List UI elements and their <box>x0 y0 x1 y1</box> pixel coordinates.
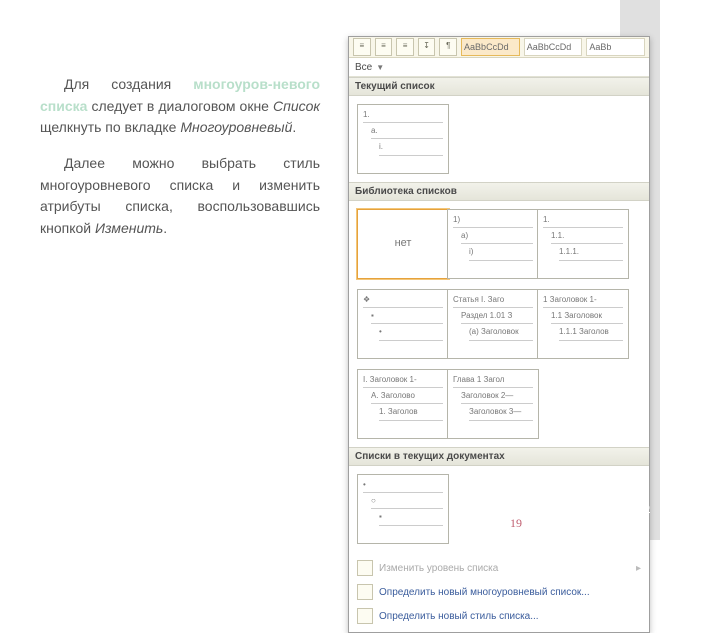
text-run: следует в диалоговом окне <box>87 98 273 114</box>
sort-icon[interactable]: ↧ <box>418 38 436 56</box>
para-align-icon[interactable]: ≡ <box>353 38 371 56</box>
page-number: 19 <box>510 516 522 531</box>
list-thumb-doc[interactable]: • ○ ▪ <box>357 474 449 544</box>
list-thumb-none[interactable]: нет <box>357 209 449 279</box>
chevron-down-icon: ▼ <box>376 63 384 72</box>
list-thumb[interactable]: ❖ ▪ • <box>357 289 449 359</box>
opt-change-level: Изменить уровень списка ▸ <box>349 556 649 580</box>
filter-label: Все <box>355 62 372 73</box>
opt-label: Определить новый многоуровневый список..… <box>379 587 590 598</box>
opt-define-new-multilevel[interactable]: Определить новый многоуровневый список..… <box>349 580 649 604</box>
text-run: Далее можно выбрать стиль многоуровневог… <box>40 155 320 236</box>
para-marks-icon[interactable]: ¶ <box>439 38 457 56</box>
opt-define-new-style[interactable]: Определить новый стиль списка... <box>349 604 649 628</box>
em-term: Многоуровневый <box>180 119 292 135</box>
list-numbers-icon[interactable]: ≡ <box>396 38 414 56</box>
indent-icon <box>357 560 373 576</box>
panel-footer: Изменить уровень списка ▸ Определить нов… <box>349 552 649 632</box>
em-term: Список <box>273 98 320 114</box>
text-run: щелкнуть по вкладке <box>40 119 180 135</box>
text-run: . <box>292 119 296 135</box>
chevron-right-icon: ▸ <box>636 563 641 574</box>
style-preview[interactable]: AaBbCcDd <box>524 38 583 56</box>
section-current-list: Текущий список <box>349 77 649 96</box>
em-term: Изменить <box>95 220 163 236</box>
opt-label: Изменить уровень списка <box>379 563 498 574</box>
list-bullets-icon[interactable]: ≡ <box>375 38 393 56</box>
list-thumb[interactable]: 1) a) i) <box>447 209 539 279</box>
list-define-icon <box>357 584 373 600</box>
list-thumb[interactable]: I. Заголовок 1- A. Заголово 1. Заголов <box>357 369 449 439</box>
list-thumb[interactable]: Глава 1 Загол Заголовок 2— Заголовок 3— <box>447 369 539 439</box>
none-label: нет <box>395 236 412 251</box>
list-thumb[interactable]: 1. 1.1. 1.1.1. <box>537 209 629 279</box>
list-thumb-current[interactable]: 1. a. i. <box>357 104 449 174</box>
text-run: Для создания <box>64 76 193 92</box>
body-text: Для создания многоуров-невого списка сле… <box>40 60 320 254</box>
text-run: . <box>163 220 167 236</box>
ribbon-strip: ≡ ≡ ≡ ↧ ¶ AaBbCcDd AaBbCcDd AaBb <box>349 37 649 58</box>
style-preview[interactable]: AaBbCcDd <box>461 38 520 56</box>
section-library: Библиотека списков <box>349 182 649 201</box>
list-thumb[interactable]: 1 Заголовок 1- 1.1 Заголовок 1.1.1 Загол… <box>537 289 629 359</box>
style-define-icon <box>357 608 373 624</box>
list-thumb[interactable]: Статья I. Заго Раздел 1.01 З (a) Заголов… <box>447 289 539 359</box>
style-preview[interactable]: AaBb <box>586 38 645 56</box>
multilevel-list-panel: ≡ ≡ ≡ ↧ ¶ AaBbCcDd AaBbCcDd AaBb Все ▼ Т… <box>348 36 650 633</box>
footer-link[interactable]: ало <box>630 500 650 516</box>
opt-label: Определить новый стиль списка... <box>379 611 539 622</box>
filter-dropdown[interactable]: Все ▼ <box>349 58 649 77</box>
section-current-docs: Списки в текущих документах <box>349 447 649 466</box>
